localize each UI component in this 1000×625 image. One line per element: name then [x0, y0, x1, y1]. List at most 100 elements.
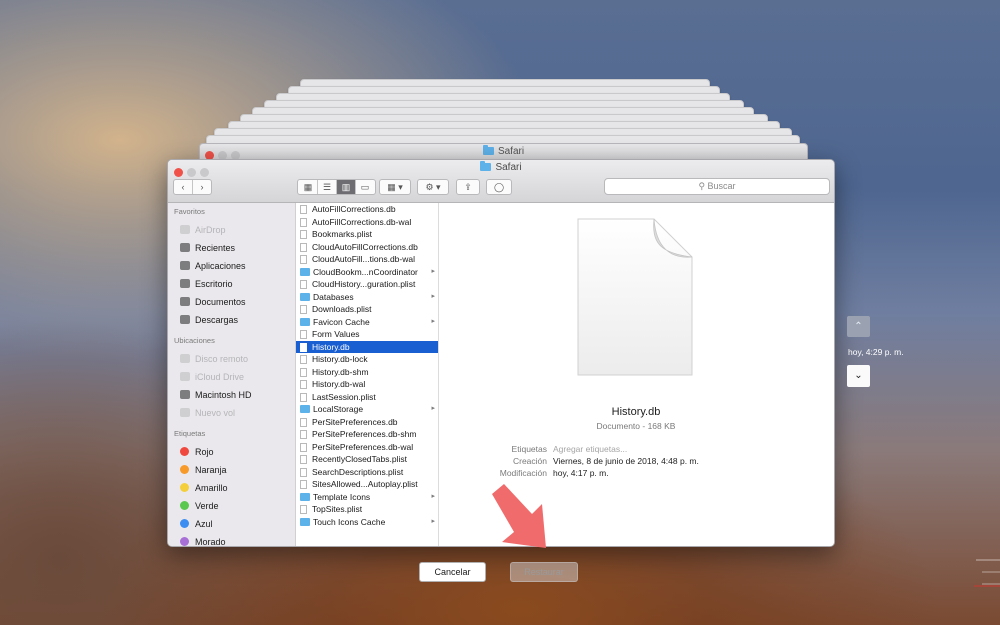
file-icon	[300, 430, 307, 439]
metadata-tags-label: Etiquetas	[511, 444, 547, 454]
file-row[interactable]: Template Icons ▸	[296, 491, 438, 504]
sidebar-tag-naranja[interactable]: Naranja	[168, 461, 295, 479]
file-name: History.db-wal	[312, 379, 366, 389]
chevron-right-icon[interactable]: ›	[193, 180, 211, 194]
list-view-icon[interactable]: ☰	[318, 180, 337, 194]
sidebar-item-label: Documentos	[195, 297, 246, 307]
locations-list: Disco remoto iCloud Drive Macintosh HD Nuev…	[168, 350, 295, 422]
file-row[interactable]: LocalStorage ▸	[296, 403, 438, 416]
disclosure-arrow-icon: ▸	[431, 517, 435, 525]
file-name: CloudAutoFill...tions.db-wal	[312, 254, 415, 264]
file-row[interactable]: Form Values	[296, 328, 438, 341]
sidebar-item-descargas[interactable]: Descargas	[168, 311, 295, 329]
sidebar-item-recientes[interactable]: Recientes	[168, 239, 295, 257]
file-row[interactable]: AutoFillCorrections.db	[296, 203, 438, 216]
file-row[interactable]: CloudAutoFillCorrections.db	[296, 241, 438, 254]
file-row[interactable]: History.db	[296, 340, 438, 353]
sidebar-tag-azul[interactable]: Azul	[168, 515, 295, 533]
file-name: CloudAutoFillCorrections.db	[312, 241, 418, 252]
file-row[interactable]: Downloads.plist	[296, 303, 438, 316]
action-button[interactable]: ⚙ ▾	[417, 179, 449, 195]
sidebar-item-escritorio[interactable]: Escritorio	[168, 275, 295, 293]
sidebar: Favoritos AirDrop Recientes Aplicaciones Es…	[168, 203, 296, 546]
file-row[interactable]: CloudBookm...nCoordinator ▸	[296, 266, 438, 279]
file-row[interactable]: RecentlyClosedTabs.plist	[296, 453, 438, 466]
file-row[interactable]: History.db-lock	[296, 353, 438, 366]
file-row[interactable]: Favicon Cache ▸	[296, 316, 438, 329]
file-name: Template Icons	[313, 491, 371, 502]
file-row[interactable]: PerSitePreferences.db	[296, 416, 438, 429]
sidebar-tag-label: Azul	[195, 519, 213, 529]
sidebar-item-label: iCloud Drive	[195, 372, 245, 382]
chevron-left-icon[interactable]: ‹	[174, 180, 193, 194]
timeline-up-button[interactable]: ⌃	[847, 316, 870, 337]
sidebar-item-documentos[interactable]: Documentos	[168, 293, 295, 311]
icon-view-icon[interactable]: ▦	[299, 180, 318, 194]
sidebar-item-nuevo-vol[interactable]: Nuevo vol	[168, 404, 295, 422]
file-row[interactable]: PerSitePreferences.db-wal	[296, 441, 438, 454]
harddisk-icon	[180, 390, 190, 399]
group-by-button[interactable]: ▦ ▾	[379, 179, 411, 195]
file-name: History.db-shm	[312, 366, 369, 377]
cloud-icon	[180, 372, 190, 381]
file-name: PerSitePreferences.db-wal	[312, 441, 414, 452]
sidebar-item-disco-remoto[interactable]: Disco remoto	[168, 350, 295, 368]
add-tags-field[interactable]: Agregar etiquetas...	[553, 444, 627, 455]
column-view-icon[interactable]: ▥	[337, 180, 356, 194]
folder-icon	[300, 267, 310, 276]
search-field[interactable]: ⚲ Buscar	[604, 178, 830, 195]
sidebar-tag-verde[interactable]: Verde	[168, 497, 295, 515]
file-row[interactable]: Touch Icons Cache ▸	[296, 516, 438, 529]
tags-button[interactable]: ◯	[486, 179, 512, 195]
gallery-view-icon[interactable]: ▭	[356, 180, 374, 194]
file-icon	[300, 205, 307, 214]
file-row[interactable]: CloudAutoFill...tions.db-wal	[296, 253, 438, 266]
folder-icon	[300, 317, 310, 326]
file-row[interactable]: AutoFillCorrections.db-wal	[296, 216, 438, 229]
timeline-ticks[interactable]	[970, 520, 1000, 625]
file-row[interactable]: History.db-shm	[296, 366, 438, 379]
tag-color-dot	[180, 519, 189, 528]
share-icon: ⇪	[464, 182, 472, 192]
sidebar-item-label: Recientes	[195, 243, 236, 253]
file-row[interactable]: LastSession.plist	[296, 391, 438, 404]
file-icon	[300, 505, 307, 514]
cancel-button[interactable]: Cancelar	[419, 562, 486, 582]
sidebar-tag-morado[interactable]: Morado	[168, 533, 295, 546]
file-row[interactable]: SearchDescriptions.plist	[296, 466, 438, 479]
sidebar-header-locations: Ubicaciones	[174, 336, 215, 345]
file-name: AutoFillCorrections.db-wal	[312, 216, 412, 227]
file-row[interactable]: SitesAllowed...Autoplay.plist	[296, 478, 438, 491]
share-button[interactable]: ⇪	[456, 179, 480, 195]
sidebar-item-label: Aplicaciones	[195, 261, 246, 271]
sidebar-tag-amarillo[interactable]: Amarillo	[168, 479, 295, 497]
file-row[interactable]: Databases ▸	[296, 291, 438, 304]
file-row[interactable]: History.db-wal	[296, 378, 438, 391]
sidebar-tag-label: Amarillo	[195, 483, 228, 493]
file-row[interactable]: CloudHistory...guration.plist	[296, 278, 438, 291]
disclosure-arrow-icon: ▸	[431, 405, 435, 412]
sidebar-item-aplicaciones[interactable]: Aplicaciones	[168, 257, 295, 275]
file-row[interactable]: Bookmarks.plist	[296, 228, 438, 241]
sidebar-item-icloud-drive[interactable]: iCloud Drive	[168, 368, 295, 386]
file-name: TopSites.plist	[312, 504, 363, 514]
file-column: AutoFillCorrections.db AutoFillCorrection…	[296, 203, 439, 546]
restore-button[interactable]: Restaurar	[510, 562, 578, 582]
file-icon	[300, 355, 307, 364]
file-row[interactable]: PerSitePreferences.db-shm	[296, 428, 438, 441]
file-name: LocalStorage	[313, 404, 364, 414]
previous-window-title: Safari	[200, 145, 807, 157]
sidebar-item-macintosh-hd[interactable]: Macintosh HD	[168, 386, 295, 404]
file-name: SitesAllowed...Autoplay.plist	[312, 479, 418, 489]
timeline-down-button[interactable]: ⌄	[847, 365, 870, 387]
applications-icon	[180, 261, 190, 270]
file-icon	[300, 280, 307, 289]
sidebar-item-airdrop[interactable]: AirDrop	[168, 221, 295, 239]
sidebar-tag-rojo[interactable]: Rojo	[168, 443, 295, 461]
file-row[interactable]: TopSites.plist	[296, 503, 438, 516]
file-name: CloudHistory...guration.plist	[312, 279, 416, 289]
disclosure-arrow-icon: ▸	[431, 267, 435, 275]
search-placeholder: Buscar	[707, 181, 736, 191]
tag-icon: ◯	[493, 182, 505, 192]
file-list: AutoFillCorrections.db AutoFillCorrection…	[296, 203, 438, 528]
